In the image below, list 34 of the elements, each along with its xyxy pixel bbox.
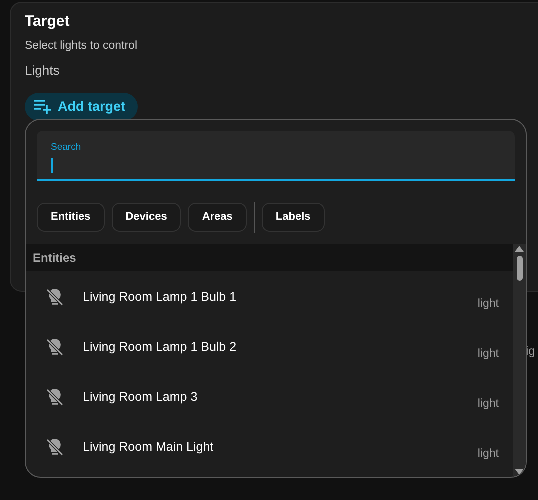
lightbulb-off-icon bbox=[46, 438, 64, 456]
playlist-add-icon bbox=[34, 100, 52, 114]
scroll-up-icon[interactable] bbox=[515, 246, 524, 252]
search-label: Search bbox=[51, 141, 82, 155]
entity-domain: light bbox=[478, 297, 499, 312]
entity-row[interactable]: Living Room Lamp 1 Bulb 1 light bbox=[26, 271, 513, 321]
lightbulb-off-icon bbox=[46, 388, 64, 406]
field-label: Lights bbox=[25, 62, 60, 80]
filter-chip[interactable]: Areas bbox=[188, 203, 247, 232]
entity-domain: light bbox=[478, 397, 499, 412]
domain-label: ig bbox=[526, 343, 536, 360]
entity-name: Living Room Main Light bbox=[83, 439, 215, 456]
card-title: Target bbox=[25, 13, 70, 31]
search-field[interactable]: Search bbox=[37, 131, 515, 181]
text-cursor bbox=[51, 158, 52, 174]
filter-chip[interactable]: Entities bbox=[37, 203, 105, 232]
entity-name: Living Room Lamp 1 Bulb 2 bbox=[83, 339, 238, 356]
lightbulb-off-icon bbox=[46, 288, 64, 306]
entity-row[interactable]: Living Room Lamp 1 Bulb 2 light bbox=[26, 321, 513, 371]
filter-chip[interactable]: Labels bbox=[262, 203, 325, 232]
scrollbar[interactable] bbox=[513, 244, 526, 477]
entity-row[interactable]: Living Room Main Light light bbox=[26, 421, 513, 471]
filter-chip[interactable]: Devices bbox=[112, 203, 182, 232]
card-description: Select lights to control bbox=[25, 39, 138, 54]
section-header: Entities bbox=[33, 250, 76, 266]
lightbulb-off-icon bbox=[46, 338, 64, 356]
entity-name: Living Room Lamp 3 bbox=[83, 389, 199, 406]
scroll-down-icon[interactable] bbox=[515, 469, 524, 475]
add-target-button[interactable]: Add target bbox=[25, 92, 138, 121]
entity-name: Living Room Lamp 1 Bulb 1 bbox=[83, 289, 238, 306]
entity-row[interactable]: Living Room Lamp 3 light bbox=[26, 371, 513, 421]
entity-domain: light bbox=[478, 447, 499, 462]
entity-domain: light bbox=[478, 347, 499, 362]
scroll-thumb[interactable] bbox=[516, 256, 522, 281]
